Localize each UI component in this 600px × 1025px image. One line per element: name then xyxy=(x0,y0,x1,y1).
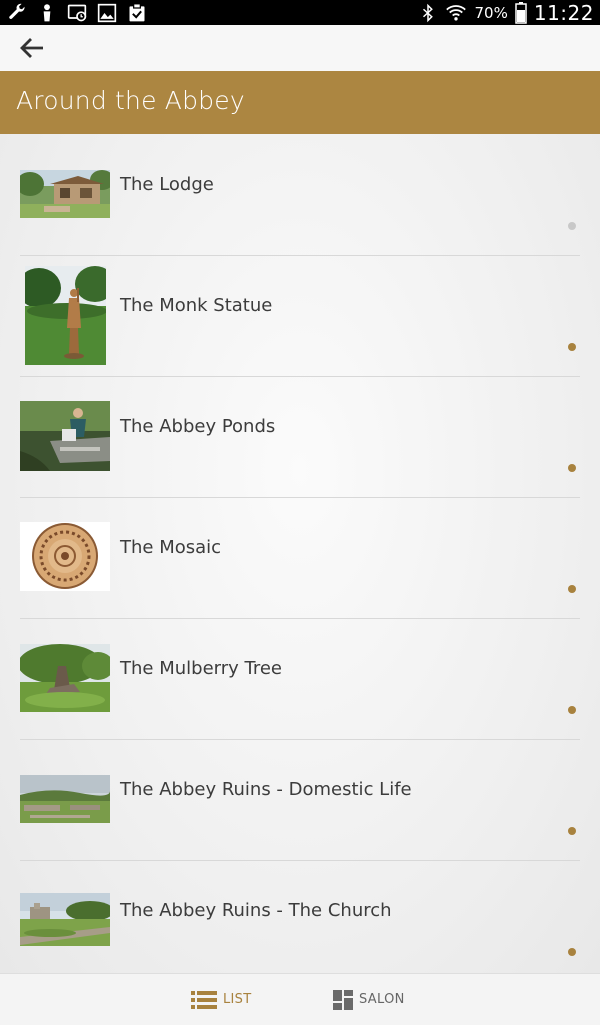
status-bar: 70% 11:22 xyxy=(0,0,600,25)
battery-percent: 70% xyxy=(474,3,508,22)
list-item-label: The Abbey Ponds xyxy=(120,416,276,437)
mosaic-thumbnail xyxy=(20,522,110,591)
list-item-the-mosaic[interactable]: The Mosaic xyxy=(20,497,580,619)
list-item-label: The Monk Statue xyxy=(120,295,273,316)
list-item-label: The Abbey Ruins - Domestic Life xyxy=(120,779,412,800)
status-indicator xyxy=(568,464,576,472)
salon-view-label: SALON xyxy=(359,992,405,1007)
section-header: Around the Abbey xyxy=(0,71,600,134)
clipboard-check-icon xyxy=(129,2,145,21)
bluetooth-icon xyxy=(422,3,433,22)
ruins-church-thumbnail xyxy=(20,893,110,946)
list-icon xyxy=(191,990,217,1009)
image-icon xyxy=(97,3,117,22)
lodge-thumbnail xyxy=(20,170,110,218)
arrow-left-icon xyxy=(20,38,43,58)
page-title: Around the Abbey xyxy=(16,86,245,115)
status-bar-right: 70% 11:22 xyxy=(419,0,594,25)
list-item-label: The Mosaic xyxy=(120,537,222,558)
grid-icon xyxy=(333,989,353,1010)
bottom-nav: LIST SALON xyxy=(0,973,600,1025)
list-item-the-lodge[interactable]: The Lodge xyxy=(20,134,580,256)
list-item-the-mulberry-tree[interactable]: The Mulberry Tree xyxy=(20,618,580,740)
wrench-icon xyxy=(9,3,25,19)
clock: 11:22 xyxy=(533,0,594,25)
abbey-ponds-thumbnail xyxy=(20,401,110,471)
status-indicator xyxy=(568,222,576,230)
places-list[interactable]: The Lodge The Monk Statue The Abbey Pond… xyxy=(0,134,600,973)
list-item-label: The Abbey Ruins - The Church xyxy=(120,900,392,921)
salon-view-button[interactable]: SALON xyxy=(333,974,405,1025)
cast-icon xyxy=(67,4,87,21)
battery-icon xyxy=(515,1,527,24)
status-indicator xyxy=(568,343,576,351)
status-indicator xyxy=(568,585,576,593)
status-indicator xyxy=(568,948,576,956)
list-item-label: The Lodge xyxy=(120,174,214,195)
status-indicator xyxy=(568,706,576,714)
list-item-the-abbey-ruins-the-church[interactable]: The Abbey Ruins - The Church xyxy=(20,860,580,973)
person-icon xyxy=(43,3,51,21)
monk-statue-thumbnail xyxy=(25,266,106,365)
mulberry-tree-thumbnail xyxy=(20,644,110,712)
list-view-button[interactable]: LIST xyxy=(191,974,251,1025)
list-view-label: LIST xyxy=(223,992,252,1007)
action-bar xyxy=(0,25,600,71)
ruins-domestic-thumbnail xyxy=(20,775,110,823)
wifi-icon xyxy=(445,4,466,20)
back-button[interactable] xyxy=(18,35,46,61)
status-bar-left-icons xyxy=(6,2,148,23)
list-item-label: The Mulberry Tree xyxy=(120,658,282,679)
list-item-the-monk-statue[interactable]: The Monk Statue xyxy=(20,255,580,377)
status-indicator xyxy=(568,827,576,835)
list-item-the-abbey-ponds[interactable]: The Abbey Ponds xyxy=(20,376,580,498)
list-item-the-abbey-ruins-domestic-life[interactable]: The Abbey Ruins - Domestic Life xyxy=(20,739,580,861)
